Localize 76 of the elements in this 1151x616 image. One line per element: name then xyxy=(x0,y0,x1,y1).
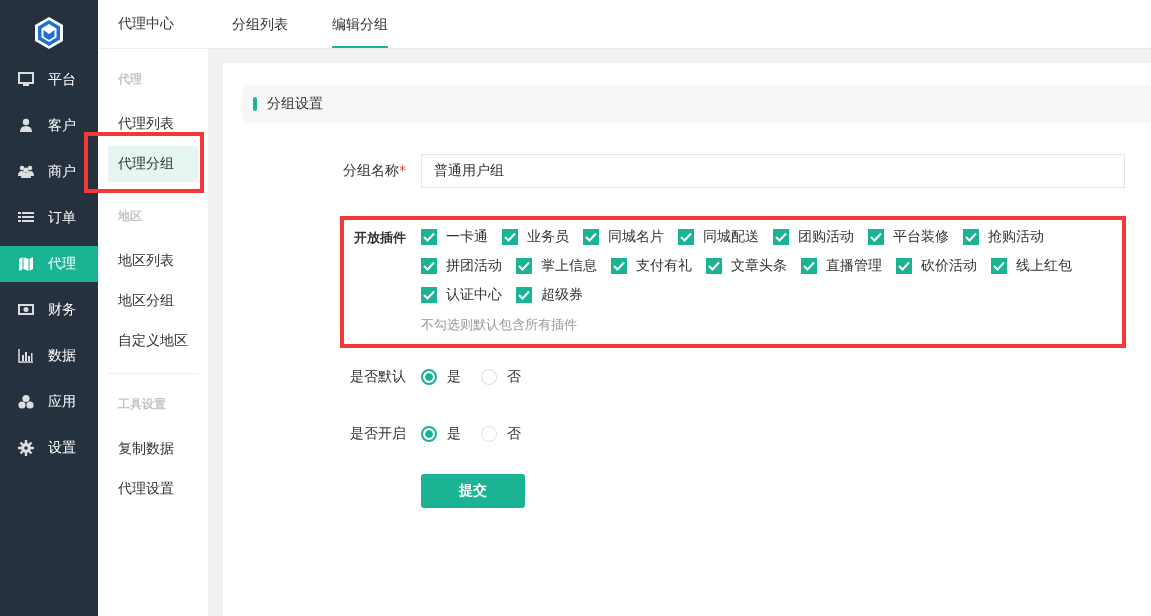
subnav-item[interactable]: 代理列表 xyxy=(108,106,198,142)
subnav-item[interactable]: 代理分组 xyxy=(108,146,198,182)
cubes-icon xyxy=(18,394,34,410)
checkbox-label: 抢购活动 xyxy=(988,228,1044,246)
banknote-icon xyxy=(18,302,34,318)
tab[interactable]: 编辑分组 xyxy=(332,0,388,48)
checkbox[interactable] xyxy=(801,258,817,274)
section-title: 分组设置 xyxy=(267,95,323,113)
subnav-item[interactable]: 地区分组 xyxy=(108,283,198,319)
radio-button[interactable] xyxy=(421,426,437,442)
nav-item[interactable]: 应用 xyxy=(0,384,98,420)
nav-item[interactable]: 设置 xyxy=(0,430,98,466)
checkbox-label: 平台装修 xyxy=(893,228,949,246)
required-mark: * xyxy=(399,162,406,178)
map-icon xyxy=(18,256,34,272)
nav-item[interactable]: 数据 xyxy=(0,338,98,374)
nav-item[interactable]: 订单 xyxy=(0,200,98,236)
monitor-icon xyxy=(18,72,34,88)
field-label: 分组名称 xyxy=(343,162,399,178)
subnav-item[interactable]: 复制数据 xyxy=(108,431,198,467)
checkbox-label: 文章头条 xyxy=(731,257,787,275)
checkbox[interactable] xyxy=(678,229,694,245)
checkbox[interactable] xyxy=(421,229,437,245)
checkbox[interactable] xyxy=(421,258,437,274)
nav-item[interactable]: 商户 xyxy=(0,154,98,190)
radio-label: 是 xyxy=(447,425,461,443)
checkbox[interactable] xyxy=(896,258,912,274)
subnav-heading: 代理 xyxy=(117,71,143,88)
accent-bar xyxy=(253,97,257,111)
hint-text: 不勾选则默认包含所有插件 xyxy=(421,316,578,334)
checkbox[interactable] xyxy=(583,229,599,245)
checkbox[interactable] xyxy=(991,258,1007,274)
nav-item[interactable]: 客户 xyxy=(0,108,98,144)
checkbox[interactable] xyxy=(611,258,627,274)
checkbox[interactable] xyxy=(773,229,789,245)
checkbox-label: 同城名片 xyxy=(608,228,664,246)
bar-chart-icon xyxy=(18,348,34,364)
radio-label: 否 xyxy=(507,425,521,443)
radio-label: 是 xyxy=(447,368,461,386)
checkbox-label: 直播管理 xyxy=(826,257,882,275)
checkbox[interactable] xyxy=(516,287,532,303)
subnav-item[interactable]: 地区列表 xyxy=(108,243,198,279)
checkbox-label: 掌上信息 xyxy=(541,257,597,275)
people-icon xyxy=(18,164,34,180)
checkbox[interactable] xyxy=(868,229,884,245)
checkbox-label: 超级券 xyxy=(541,286,583,304)
checkbox-label: 支付有礼 xyxy=(636,257,692,275)
checkbox-label: 业务员 xyxy=(527,228,569,246)
settings-icon xyxy=(18,440,34,456)
subnav-item[interactable]: 自定义地区 xyxy=(108,323,198,359)
subnav-item[interactable]: 代理设置 xyxy=(108,471,198,507)
subnav-heading: 工具设置 xyxy=(117,396,167,413)
person-icon xyxy=(18,118,34,134)
checkbox-label: 一卡通 xyxy=(446,228,488,246)
checkbox-label: 拼团活动 xyxy=(446,257,502,275)
field-label: 是否开启 xyxy=(350,425,406,441)
radio-button[interactable] xyxy=(421,369,437,385)
checkbox[interactable] xyxy=(963,229,979,245)
checkbox[interactable] xyxy=(706,258,722,274)
field-label: 开放插件 xyxy=(354,230,406,245)
nav-item[interactable]: 平台 xyxy=(0,62,98,98)
checkbox-label: 砍价活动 xyxy=(921,257,977,275)
input-field[interactable]: 普通用户组 xyxy=(421,154,1125,188)
checkbox[interactable] xyxy=(516,258,532,274)
tab[interactable]: 分组列表 xyxy=(232,0,288,48)
checkbox[interactable] xyxy=(421,287,437,303)
checkbox[interactable] xyxy=(502,229,518,245)
radio-label: 否 xyxy=(507,368,521,386)
subnav-title: 代理中心 xyxy=(118,15,174,33)
field-label: 是否默认 xyxy=(350,368,406,384)
checkbox-label: 同城配送 xyxy=(703,228,759,246)
checkbox-label: 线上红包 xyxy=(1016,257,1072,275)
subnav-heading: 地区 xyxy=(116,208,143,225)
checkbox-label: 认证中心 xyxy=(446,286,502,304)
nav-item[interactable]: 财务 xyxy=(0,292,98,328)
checkbox-label: 团购活动 xyxy=(798,228,854,246)
